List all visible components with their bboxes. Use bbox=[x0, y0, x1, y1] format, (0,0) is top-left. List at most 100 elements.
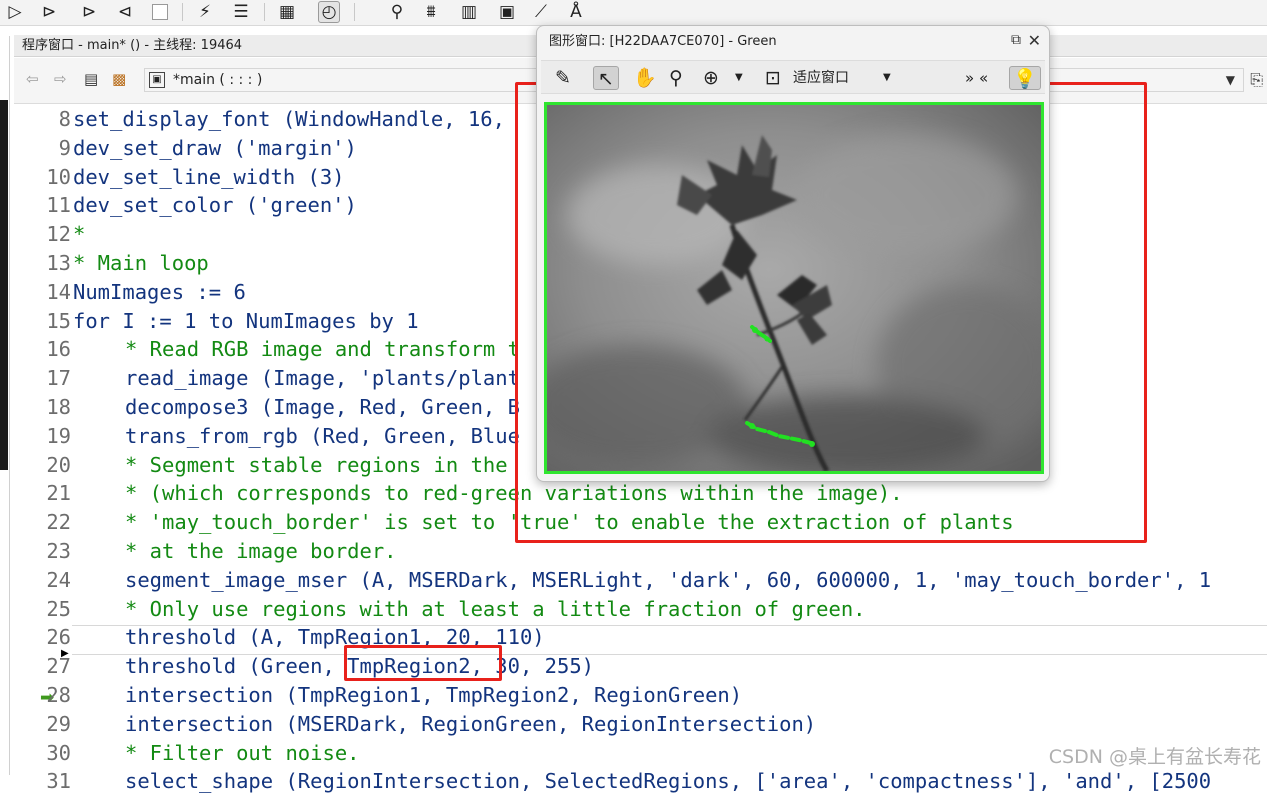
toolbar-separator bbox=[354, 3, 355, 21]
image-icon[interactable]: ▦ bbox=[276, 1, 298, 23]
code-statement: decompose3 (Image, Red, Green, B bbox=[125, 395, 520, 419]
search-icon[interactable]: ⚲ bbox=[386, 1, 408, 23]
code-statement: NumImages := 6 bbox=[73, 279, 246, 304]
chart-icon[interactable]: ⩩ bbox=[420, 1, 442, 23]
line-number: 18 bbox=[46, 395, 71, 419]
code-comment: * Read RGB image and transform t bbox=[125, 337, 520, 362]
step-back-icon[interactable]: ⊲ bbox=[114, 1, 136, 23]
fit-window-label[interactable]: 适应窗口 bbox=[793, 66, 849, 90]
code-comment: * Main loop bbox=[73, 251, 209, 275]
line-number: 8 bbox=[58, 107, 71, 131]
line-number: 22 bbox=[46, 510, 71, 535]
pointer-icon[interactable]: ↖ bbox=[593, 66, 619, 90]
line-number: 15 bbox=[46, 308, 71, 333]
run-icon[interactable]: ▷ bbox=[4, 1, 26, 23]
line-number: 14 bbox=[46, 279, 71, 304]
graphics-image[interactable] bbox=[544, 102, 1044, 474]
code-line[interactable]: 28 intersection (TmpRegion1, TmpRegion2, … bbox=[14, 681, 1267, 710]
line-number: 26 bbox=[46, 625, 71, 650]
back-arrow-icon[interactable]: ⇦ bbox=[26, 70, 39, 88]
hand-icon[interactable]: ✋ bbox=[633, 66, 657, 90]
code-line[interactable]: 26 threshold (A, TmpRegion1, 20, 110) bbox=[14, 623, 1267, 652]
code-statement: segment_image_mser (A, MSERDark, MSERLig… bbox=[125, 567, 1212, 592]
code-statement: intersection (MSERDark, RegionGreen, Reg… bbox=[125, 711, 817, 736]
line-number: 9 bbox=[58, 135, 71, 160]
font-icon[interactable]: Å bbox=[565, 1, 587, 23]
zoom-in-icon[interactable]: ⊕ bbox=[703, 66, 719, 90]
code-statement: read_image (Image, 'plants/plant bbox=[125, 366, 520, 391]
execute-icon[interactable]: ⚡ bbox=[194, 1, 216, 23]
histogram-icon[interactable]: ▥ bbox=[458, 1, 480, 23]
line-number: 10 bbox=[46, 164, 71, 189]
graphics-window[interactable]: 图形窗口: [H22DAA7CE070] - Green ⧉ ✕ ✎ ↖ ✋ ⚲… bbox=[536, 25, 1050, 482]
code-statement: select_shape (RegionIntersection, Select… bbox=[125, 769, 1212, 794]
code-comment: * Segment stable regions in the bbox=[125, 452, 508, 477]
forward-arrow-icon[interactable]: ⇨ bbox=[54, 70, 67, 88]
code-statement: for I := 1 to NumImages by 1 bbox=[73, 308, 419, 333]
procedure-combo-icon: ▣ bbox=[149, 72, 165, 88]
code-statement: dev_set_color ('green') bbox=[73, 193, 357, 218]
line-number: 21 bbox=[46, 481, 71, 506]
line-number: 29 bbox=[46, 711, 71, 736]
code-statement: set_display_font (WindowHandle, 16, bbox=[73, 107, 505, 131]
code-statement: dev_set_line_width (3) bbox=[73, 164, 345, 189]
zoom-icon[interactable]: ⚲ bbox=[669, 66, 683, 90]
procedure-icon[interactable]: ▤ bbox=[84, 70, 98, 88]
step-over-icon[interactable]: ⊳ bbox=[78, 1, 100, 23]
code-line[interactable]: 29 intersection (MSERDark, RegionGreen, R… bbox=[14, 710, 1267, 739]
code-comment: * at the image border. bbox=[125, 539, 397, 563]
code-comment: * bbox=[73, 222, 86, 247]
code-statement: dev_set_draw ('margin') bbox=[73, 135, 357, 160]
chevron-down-icon[interactable]: ▼ bbox=[883, 66, 891, 90]
stop-icon[interactable] bbox=[152, 4, 168, 20]
graphics-window-title: 图形窗口: [H22DAA7CE070] - Green bbox=[549, 34, 777, 49]
line-number: 25 bbox=[46, 596, 71, 621]
line-number: 16 bbox=[46, 337, 71, 362]
bulb-icon[interactable]: 💡 bbox=[1009, 66, 1041, 90]
step-icon[interactable]: ⊳ bbox=[38, 1, 60, 23]
toolbar-separator bbox=[264, 3, 265, 21]
line-number: 20 bbox=[46, 452, 71, 477]
line-number: 27 bbox=[46, 654, 71, 679]
fit-window-icon[interactable]: ⊡ bbox=[765, 66, 781, 90]
code-statement: intersection (TmpRegion1, TmpRegion2, Re… bbox=[125, 683, 743, 707]
code-statement: trans_from_rgb (Red, Green, Blue bbox=[125, 423, 520, 448]
code-line[interactable]: 24 segment_image_mser (A, MSERDark, MSERL… bbox=[14, 566, 1267, 595]
line-chart-icon[interactable]: ⟋ bbox=[530, 1, 552, 23]
code-line[interactable]: 31 select_shape (RegionIntersection, Sele… bbox=[14, 767, 1267, 796]
watermark: CSDN @桌上有盆长寿花 bbox=[1048, 746, 1261, 768]
code-line[interactable]: 25 * Only use regions with at least a lit… bbox=[14, 595, 1267, 624]
left-border bbox=[9, 36, 10, 775]
line-number: 11 bbox=[46, 193, 71, 218]
chevrons-label[interactable]: » « bbox=[965, 66, 988, 90]
line-number: 17 bbox=[46, 366, 71, 391]
line-number: 30 bbox=[46, 740, 71, 765]
restore-icon[interactable]: ⧉ bbox=[1011, 32, 1021, 48]
toolbar-separator bbox=[182, 3, 183, 21]
line-number: 12 bbox=[46, 222, 71, 247]
line-number: 19 bbox=[46, 423, 71, 448]
grid-icon[interactable]: ▩ bbox=[112, 70, 126, 88]
highlight-box-tmpregion2 bbox=[344, 645, 502, 681]
copy-icon[interactable]: ⎘ bbox=[1250, 70, 1263, 90]
code-comment: * Only use regions with at least a littl… bbox=[125, 596, 866, 621]
graphics-toolbar: ✎ ↖ ✋ ⚲ ⊕ ▼ ⊡ 适应窗口 ▼ » « 💡 bbox=[541, 60, 1045, 94]
line-number: 23 bbox=[46, 539, 71, 563]
line-number: 28 bbox=[46, 683, 71, 707]
chevron-down-icon[interactable]: ▼ bbox=[1226, 69, 1235, 91]
code-line[interactable]: 27 threshold (Green, TmpRegion2, 30, 255) bbox=[14, 652, 1267, 681]
left-dock-strip bbox=[0, 100, 8, 470]
gauge-icon[interactable]: ◴ bbox=[318, 1, 340, 23]
plant-image bbox=[547, 105, 1041, 471]
line-number: 31 bbox=[46, 769, 71, 794]
image-view-icon[interactable]: ▣ bbox=[496, 1, 518, 23]
line-number: 24 bbox=[46, 567, 71, 592]
line-number: 13 bbox=[46, 251, 71, 275]
chevron-down-icon[interactable]: ▼ bbox=[735, 66, 743, 90]
code-comment: * Filter out noise. bbox=[125, 740, 360, 765]
main-toolbar: ▷ ⊳ ⊳ ⊲ ⚡ ☰ ▦ ◴ ⚲ ⩩ ▥ ▣ ⟋ Å bbox=[0, 0, 1267, 26]
procedure-combo-label: *main ( : : : ) bbox=[173, 72, 263, 88]
brush-icon[interactable]: ✎ bbox=[555, 66, 571, 90]
document-icon[interactable]: ☰ bbox=[230, 1, 252, 23]
close-icon[interactable]: ✕ bbox=[1028, 31, 1041, 50]
